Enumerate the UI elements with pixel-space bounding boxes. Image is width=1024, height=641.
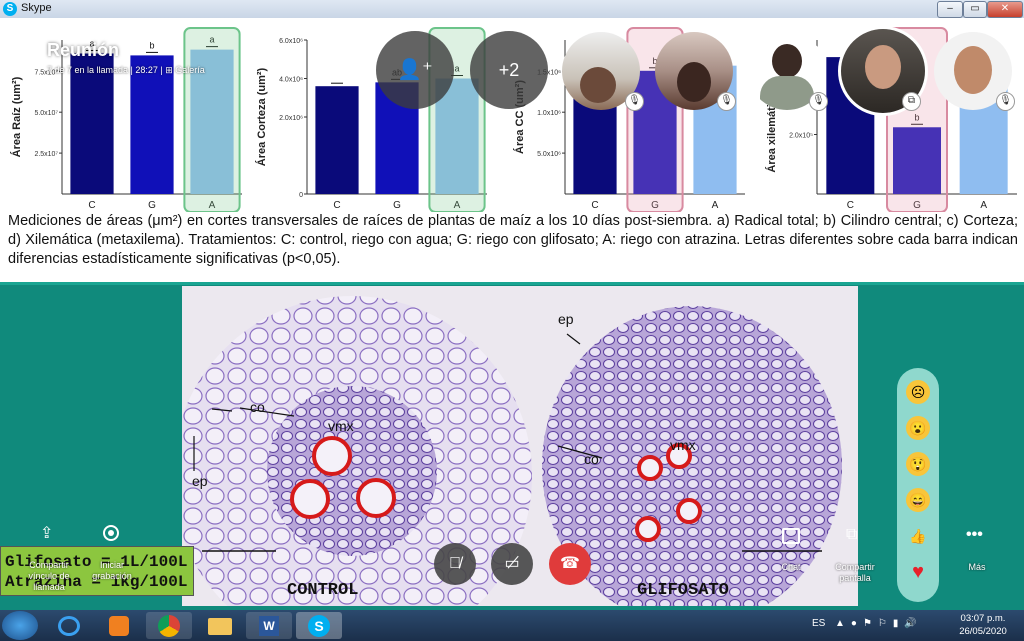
chat-label[interactable]: Chat — [770, 562, 812, 573]
menu-icon[interactable] — [12, 44, 30, 60]
windows-taskbar: W S ES ▲●⚑⚐▮🔊 03:07 p.m. 26/05/2020 — [0, 610, 1024, 641]
minimize-button[interactable]: – — [937, 1, 963, 18]
more-participants-button[interactable]: +2 — [470, 31, 548, 109]
co-label-control: co — [250, 399, 265, 415]
muted-icon: 🎙 — [717, 92, 736, 111]
shocked-reaction-icon[interactable]: 😲 — [906, 452, 930, 476]
muted-icon: 🎙 — [809, 92, 828, 111]
avatar — [865, 45, 901, 89]
skype-taskbar-icon[interactable]: S — [296, 612, 342, 639]
word-taskbar-icon[interactable]: W — [246, 612, 292, 639]
reactions-panel: ☹ 😮 😲 😄 👍 ♥ — [897, 368, 939, 602]
chart-category-label: C — [591, 200, 598, 211]
chart-tick-label: 2.0x10⁶ — [279, 115, 303, 122]
avatar — [677, 62, 711, 102]
share-icon[interactable]: ⇪ — [40, 523, 56, 542]
ep-label-control: ep — [192, 473, 208, 489]
vessel-circle — [356, 478, 396, 518]
chart-tick-label: 2.0x10⁵ — [789, 133, 813, 140]
chart-ylabel: Área Corteza (um²) — [255, 67, 268, 166]
avatar — [580, 67, 616, 103]
chart-ylabel: Área Raíz (um²) — [10, 76, 23, 157]
camera-off-icon: ▭̸ — [504, 555, 520, 572]
vessel-circle — [637, 455, 663, 481]
slide-caption: Mediciones de áreas (μm²) en cortes tran… — [8, 213, 1018, 267]
chart-category-label: C — [88, 200, 95, 211]
window-title: Skype — [21, 2, 52, 14]
more-label[interactable]: Más — [960, 562, 994, 573]
meeting-title: Reunión — [47, 40, 119, 60]
add-person-icon: 👤⁺ — [397, 59, 433, 81]
clock-time[interactable]: 03:07 p.m. — [953, 613, 1013, 624]
call-stage: Área Raíz (um²) 2.5x10⁷ 5.0x10⁷ 7.5x10⁷ a Cb G… — [0, 18, 1024, 610]
chart-tick-label: 4.0x10⁶ — [279, 77, 303, 84]
mic-off-icon: 🎙̸ — [449, 555, 461, 572]
vessel-circle — [635, 516, 661, 542]
maximize-button[interactable]: ▭ — [963, 1, 987, 18]
language-indicator[interactable]: ES — [812, 618, 825, 629]
chrome-taskbar-icon[interactable] — [146, 612, 192, 639]
media-player-taskbar-icon[interactable] — [96, 612, 142, 639]
thumbs-up-reaction-icon[interactable]: 👍 — [906, 524, 930, 548]
more-icon[interactable]: ••• — [966, 526, 988, 543]
avatar — [772, 44, 802, 78]
chart-category-label: C — [847, 200, 854, 211]
chart-category-label: A — [712, 200, 719, 211]
chart-bar — [315, 86, 359, 194]
chart-tick-label: 5.0x10⁶ — [537, 151, 561, 158]
end-call-button[interactable]: ☎ — [549, 543, 591, 585]
heart-reaction-icon[interactable]: ♥ — [906, 560, 930, 584]
chart-tick-label: 5.0x10⁷ — [34, 110, 58, 117]
clock-date[interactable]: 26/05/2020 — [953, 626, 1013, 637]
glifosato-label: GLIFOSATO — [637, 581, 729, 600]
vmx-label-glifosato: vmx — [670, 437, 696, 453]
camera-toggle-button[interactable]: ▭̸ — [491, 543, 533, 585]
vessel-circle — [676, 498, 702, 524]
chat-icon[interactable] — [782, 528, 800, 544]
chart-tick-label: 0 — [299, 192, 303, 199]
muted-icon: 🎙 — [625, 92, 644, 111]
chart-bar — [130, 55, 174, 195]
chart-category-label: G — [148, 200, 156, 211]
chart-tick-label: 1.0x10⁶ — [537, 110, 561, 117]
mute-mic-button[interactable]: 🎙̸ — [434, 543, 476, 585]
explorer-taskbar-icon[interactable] — [196, 612, 242, 639]
vessel-circle — [290, 479, 330, 519]
ep-label-glifosato: ep — [558, 311, 574, 327]
ie-taskbar-icon[interactable] — [46, 612, 92, 639]
chart-category-label: C — [333, 200, 340, 211]
chart-category-label: A — [980, 200, 987, 211]
screen-icon: ⧉ — [902, 92, 921, 111]
slide-divider — [0, 282, 1024, 285]
laugh-reaction-icon[interactable]: 😄 — [906, 488, 930, 512]
control-label: CONTROL — [287, 581, 358, 600]
meeting-status[interactable]: 7 de 7 en la llamada | 28:27 | ⊞ Galería — [47, 65, 205, 76]
share-screen-icon[interactable]: ⧉ — [846, 526, 864, 544]
share-link-label[interactable]: Compartir vínculo de llamada — [20, 560, 78, 593]
start-recording-label[interactable]: Iniciar grabación — [84, 560, 140, 582]
record-icon[interactable] — [103, 525, 119, 541]
close-window-button[interactable]: ✕ — [987, 1, 1023, 18]
share-screen-label[interactable]: Compartir pantalla — [826, 562, 884, 584]
vmx-label-control: vmx — [328, 418, 354, 434]
chart-highlight-box — [183, 27, 241, 212]
start-button[interactable] — [2, 611, 38, 640]
avatar — [954, 46, 992, 94]
chart-significance-letter: b — [149, 40, 154, 50]
chart-category-label: G — [393, 200, 401, 211]
surprised-reaction-icon[interactable]: 😮 — [906, 416, 930, 440]
window-titlebar: S Skype – ▭ ✕ — [0, 0, 1024, 19]
tray-icons[interactable]: ▲●⚑⚐▮🔊 — [835, 618, 923, 629]
chart-tick-label: 6.0x10⁶ — [279, 38, 303, 45]
skype-logo-icon: S — [3, 2, 17, 16]
hangup-icon: ☎ — [560, 555, 580, 572]
sad-reaction-icon[interactable]: ☹ — [906, 380, 930, 404]
add-person-button[interactable]: 👤⁺ — [376, 31, 454, 109]
muted-icon: 🎙 — [996, 92, 1015, 111]
co-label-glifosato: co — [584, 451, 599, 467]
vessel-circle — [312, 436, 352, 476]
chart-tick-label: 2.5x10⁷ — [34, 151, 58, 158]
